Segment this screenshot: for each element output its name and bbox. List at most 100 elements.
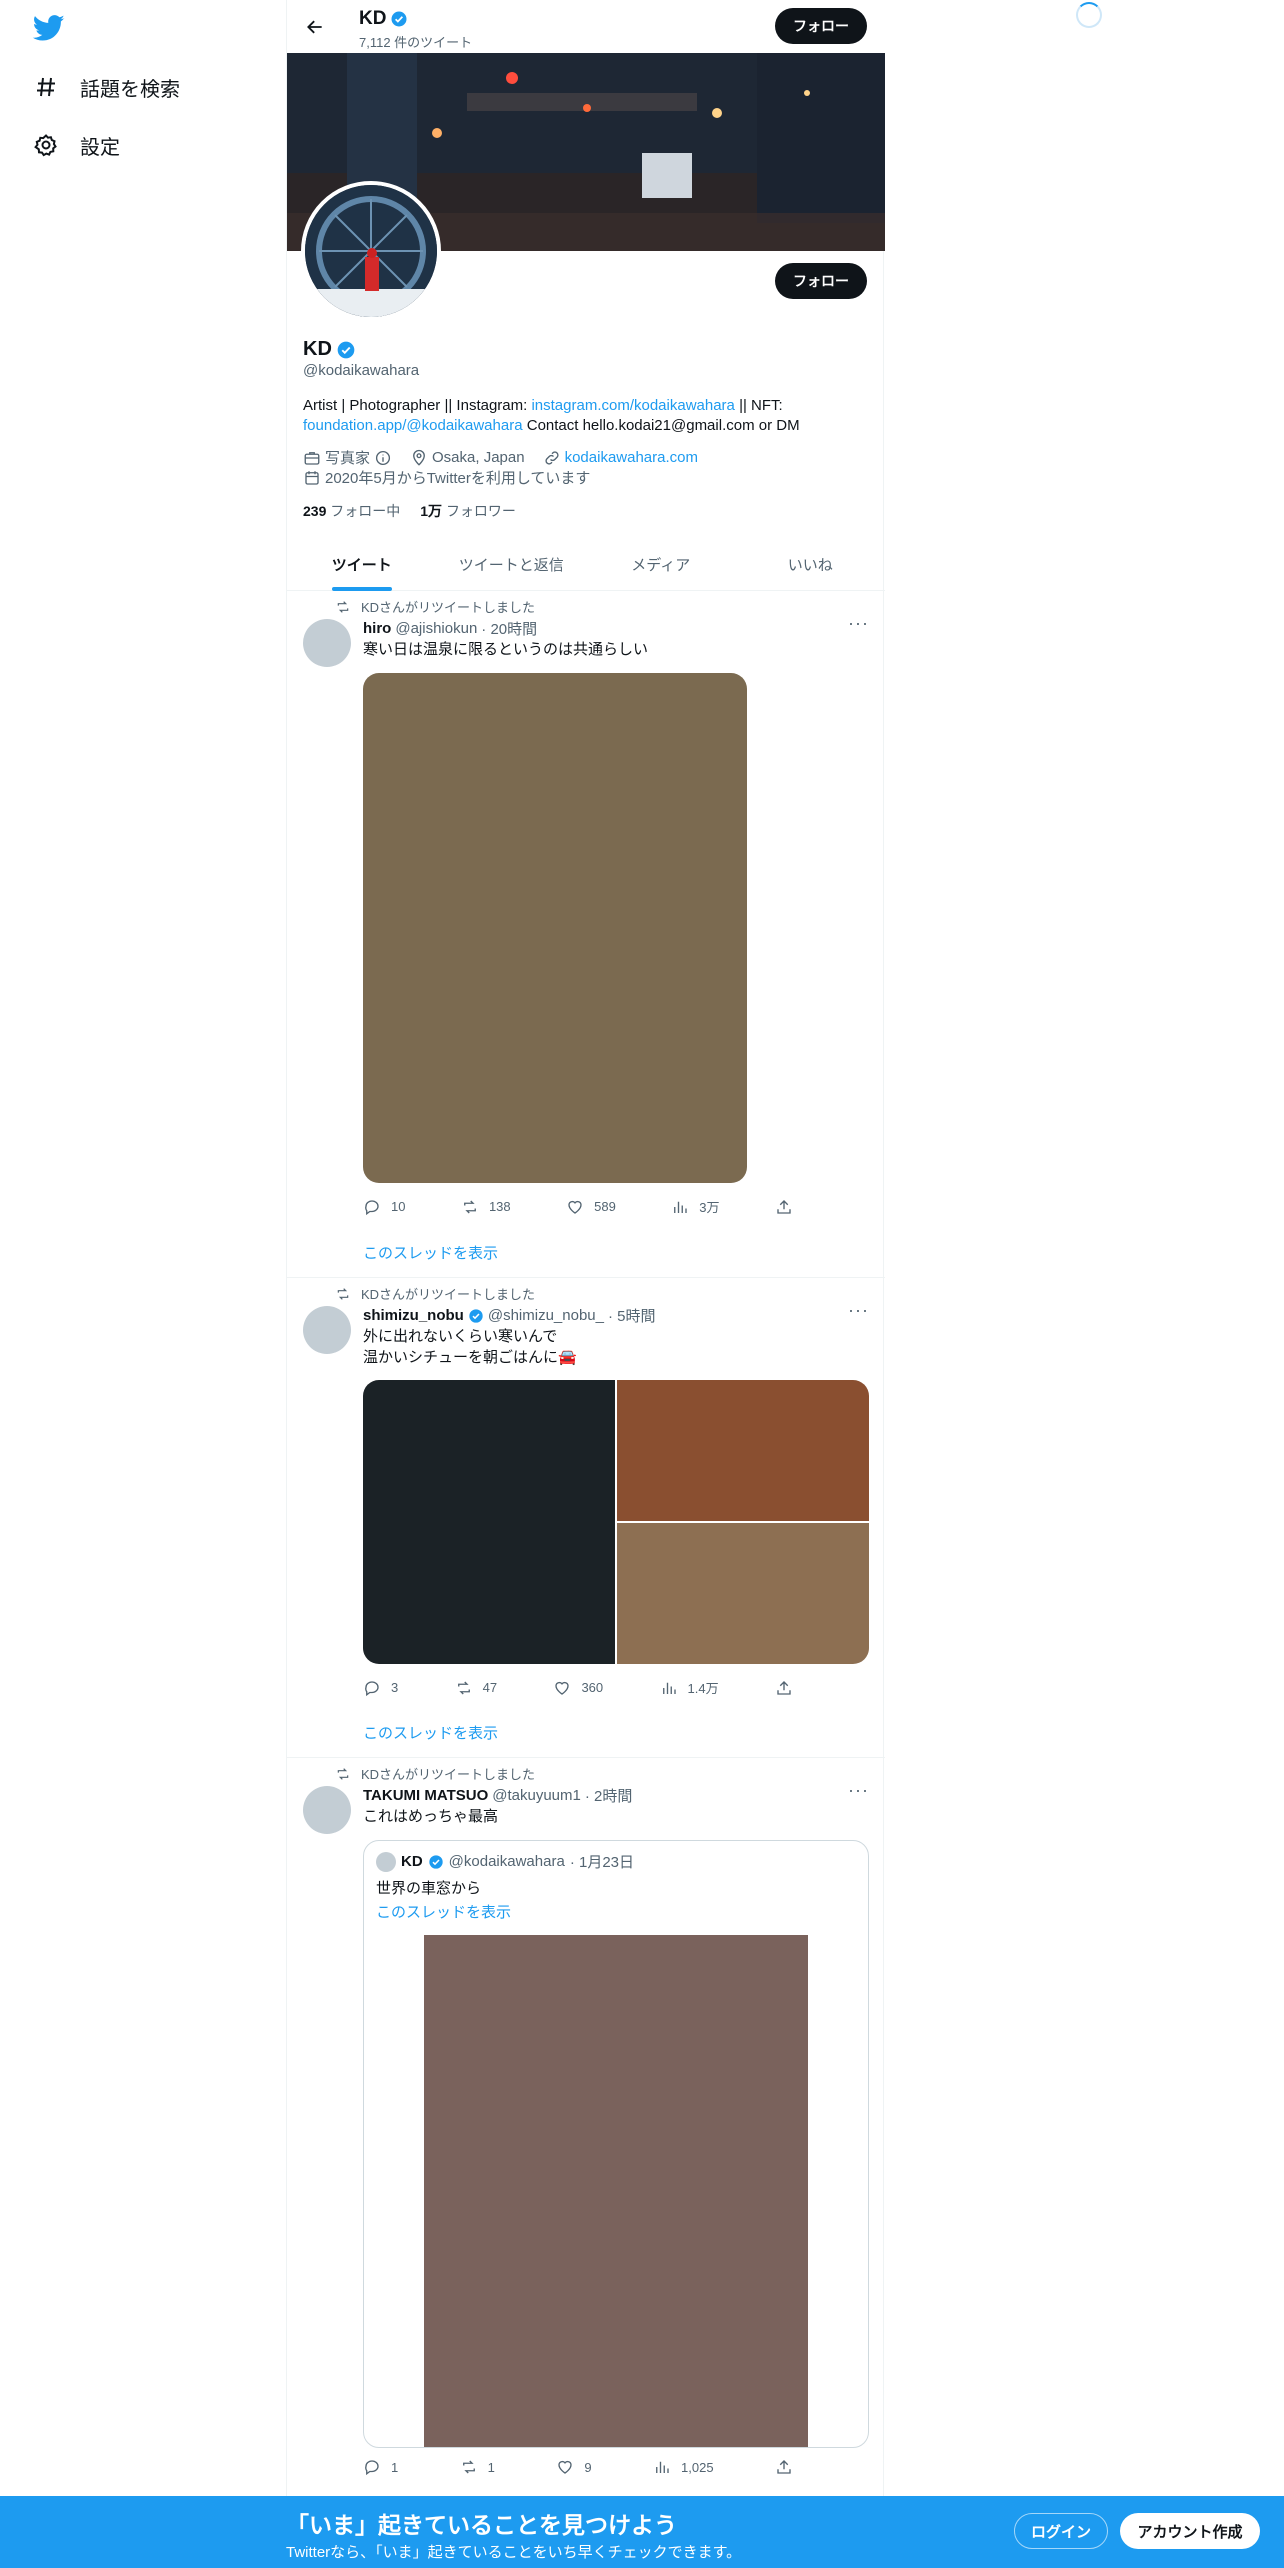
- share-icon: [777, 2460, 791, 2474]
- views-button[interactable]: 3万: [671, 1197, 720, 1216]
- tweet-media-image[interactable]: [363, 1380, 615, 1664]
- share-button[interactable]: [775, 2458, 793, 2476]
- quoted-author-handle: @kodaikawahara: [448, 1853, 565, 1870]
- bio-nft-link[interactable]: foundation.app/@kodaikawahara: [303, 417, 523, 434]
- back-button[interactable]: [301, 13, 329, 41]
- bio-text: Contact hello.kodai21@gmail.com or DM: [522, 417, 800, 434]
- nav-settings-label: 設定: [80, 136, 120, 159]
- calendar-icon: [305, 470, 319, 485]
- author-handle[interactable]: @ajishiokun: [395, 620, 477, 637]
- tweet-media-image[interactable]: [617, 1523, 869, 1664]
- tweet-time[interactable]: · 5時間: [608, 1305, 656, 1326]
- retweet-icon: [464, 1200, 476, 1213]
- profile-header-bar: KD 7,112 件のツイート フォロー: [287, 0, 885, 53]
- following-label: フォロー中: [330, 503, 401, 519]
- followers-link[interactable]: 1万 フォロワー: [420, 501, 516, 521]
- tab-likes[interactable]: いいね: [736, 538, 886, 590]
- retweet-count: 47: [482, 1680, 498, 1695]
- bio-text: || NFT:: [734, 397, 783, 414]
- header-name-text: KD: [359, 8, 387, 29]
- following-link[interactable]: 239 フォロー中: [303, 501, 400, 521]
- follow-stats: 239 フォロー中 1万 フォロワー: [303, 501, 516, 521]
- author-name[interactable]: shimizu_nobu: [363, 1307, 464, 1324]
- quoted-media-image[interactable]: [424, 1935, 808, 2447]
- author-name[interactable]: TAKUMI MATSUO: [363, 1787, 488, 1804]
- reply-count: 1: [391, 2459, 399, 2475]
- quoted-show-thread-link[interactable]: このスレッドを表示: [376, 1901, 511, 1922]
- tab-media[interactable]: メディア: [586, 538, 736, 590]
- hashtag-icon: [37, 77, 55, 97]
- tab-tweets[interactable]: ツイート: [287, 538, 437, 590]
- retweet-count: 1: [487, 2459, 495, 2475]
- quoted-tweet[interactable]: KD @kodaikawahara · 1月23日 世界の車窓から このスレッド…: [363, 1840, 869, 2448]
- tweet-text: これはめっちゃ最高: [363, 1808, 499, 1825]
- signup-button[interactable]: アカウント作成: [1120, 2513, 1260, 2549]
- retweet-button[interactable]: 138: [461, 1197, 511, 1216]
- view-count: 1.4万: [687, 1681, 719, 1696]
- quoted-tweet-header: KD @kodaikawahara · 1月23日: [376, 1851, 634, 1872]
- like-button[interactable]: 360: [553, 1678, 603, 1697]
- views-button[interactable]: 1,025: [653, 2458, 714, 2476]
- tweet-time[interactable]: · 20時間: [481, 618, 537, 639]
- profile-name: KD: [303, 338, 356, 361]
- nav-explore[interactable]: 話題を検索: [34, 67, 180, 107]
- show-thread-link[interactable]: このスレッドを表示: [363, 1722, 498, 1743]
- share-button[interactable]: [775, 1678, 793, 1697]
- share-button[interactable]: [775, 1197, 793, 1216]
- show-thread-link[interactable]: このスレッドを表示: [363, 1242, 498, 1263]
- bio-instagram-link[interactable]: instagram.com/kodaikawahara: [531, 397, 734, 414]
- tweet[interactable]: KDさんがリツイートしました shimizu_nobu @shimizu_nob…: [287, 1278, 885, 1758]
- avatar[interactable]: [303, 1786, 351, 1834]
- profile-avatar[interactable]: [301, 181, 441, 321]
- reply-button[interactable]: 3: [363, 1678, 398, 1697]
- retweet-indicator: KDさんがリツイートしました: [335, 1764, 535, 1783]
- nav-explore-label: 話題を検索: [80, 78, 180, 101]
- more-options-icon[interactable]: ···: [848, 1300, 869, 1321]
- nav-settings[interactable]: 設定: [34, 125, 120, 165]
- gear-icon: [34, 134, 57, 157]
- bar-chart-icon: [656, 2461, 669, 2473]
- prompt-title: 「いま」起きていることを見つけよう: [286, 2512, 677, 2538]
- reply-button[interactable]: 1: [363, 2458, 398, 2476]
- more-options-icon[interactable]: ···: [848, 613, 869, 634]
- retweet-button[interactable]: 1: [460, 2458, 495, 2476]
- profile-follow-button[interactable]: フォロー: [775, 263, 867, 299]
- tweet-text: 外に出れないくらい寒いんで 温かいシチューを朝ごはんに🚘: [363, 1328, 577, 1366]
- reply-button[interactable]: 10: [363, 1197, 405, 1216]
- views-button[interactable]: 1.4万: [660, 1678, 719, 1697]
- tweet-header: TAKUMI MATSUO @takuyuum1 · 2時間: [363, 1785, 632, 1806]
- tweet-actions: 10 138 589 3万: [363, 1197, 793, 1216]
- author-name[interactable]: hiro: [363, 620, 391, 637]
- heart-icon: [558, 2460, 573, 2474]
- header-follow-button[interactable]: フォロー: [775, 8, 867, 44]
- profile-website-link[interactable]: kodaikawahara.com: [565, 449, 698, 466]
- retweet-icon: [462, 2460, 475, 2474]
- profile-column: KD 7,112 件のツイート フォロー フォロー KD @kodaikawah…: [286, 0, 886, 2568]
- tweet[interactable]: KDさんがリツイートしました hiro @ajishiokun · 20時間 ·…: [287, 591, 885, 1278]
- login-button[interactable]: ログイン: [1014, 2513, 1108, 2549]
- retweet-icon: [337, 1767, 349, 1780]
- tweet-media-image[interactable]: [617, 1380, 869, 1521]
- avatar[interactable]: [303, 619, 351, 667]
- share-icon: [777, 1680, 791, 1695]
- tweet-time[interactable]: · 2時間: [585, 1785, 633, 1806]
- profile-bio: Artist | Photographer || Instagram: inst…: [303, 396, 863, 436]
- twitter-logo-icon[interactable]: [32, 12, 66, 44]
- more-options-icon[interactable]: ···: [848, 1780, 869, 1801]
- retweet-button[interactable]: 47: [455, 1678, 497, 1697]
- verified-badge-icon: [469, 1308, 483, 1323]
- avatar[interactable]: [303, 1306, 351, 1354]
- like-button[interactable]: 9: [556, 2458, 592, 2476]
- tweet[interactable]: KDさんがリツイートしました TAKUMI MATSUO @takuyuum1 …: [287, 1758, 885, 2496]
- followers-count: 1万: [420, 503, 443, 519]
- tab-tweets-and-replies[interactable]: ツイートと返信: [437, 538, 587, 590]
- tweet-media-image[interactable]: [363, 673, 747, 1183]
- like-button[interactable]: 589: [566, 1197, 616, 1216]
- info-icon[interactable]: [374, 449, 392, 467]
- profile-meta-row: 写真家 Osaka, Japan kodaikawahara.com: [303, 447, 698, 468]
- author-handle[interactable]: @takuyuum1: [492, 1787, 581, 1804]
- retweet-label: KDさんがリツイートしました: [361, 1287, 536, 1302]
- profile-joined-row: 2020年5月からTwitterを利用しています: [303, 467, 590, 488]
- profile-category: 写真家: [325, 450, 371, 467]
- author-handle[interactable]: @shimizu_nobu_: [488, 1307, 604, 1324]
